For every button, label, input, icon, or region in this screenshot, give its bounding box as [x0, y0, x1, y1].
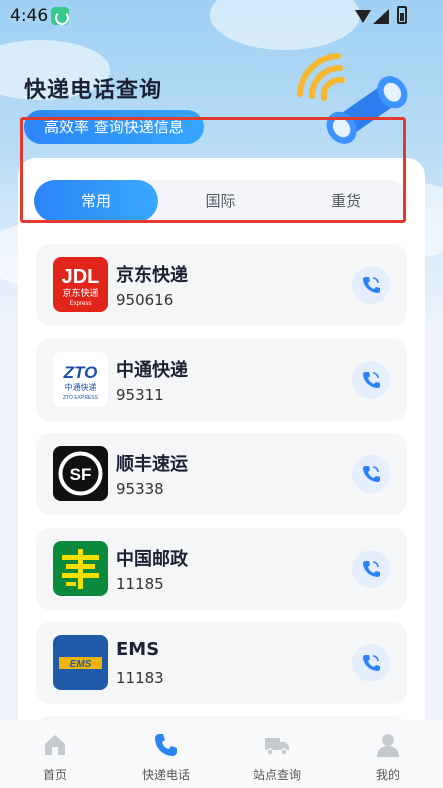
- carrier-item-sf[interactable]: SF 顺丰速运 95338: [36, 433, 407, 515]
- wifi-icon: [355, 10, 371, 23]
- phone-call-icon: [363, 372, 380, 388]
- carrier-list: JDL 京东快递 Express 京东快递 950616 ZTO 中通快递 ZT…: [36, 244, 407, 720]
- page-title: 快递电话查询: [24, 78, 163, 103]
- carrier-phone: 11185: [116, 575, 164, 593]
- jd-logo-icon: JDL 京东快递 Express: [53, 257, 108, 312]
- nav-label: 首页: [42, 768, 67, 782]
- carrier-phone: 95311: [116, 386, 164, 404]
- jd-logo-subtext: 京东快递: [62, 287, 98, 299]
- carrier-name: 京东快递: [116, 265, 188, 286]
- signal-icon: [373, 9, 389, 24]
- carrier-item-china-post[interactable]: 中国邮政 11185: [36, 528, 407, 610]
- carrier-item-jd[interactable]: JDL 京东快递 Express 京东快递 950616: [36, 244, 407, 326]
- carrier-name: 中国邮政: [116, 549, 188, 570]
- truck-icon: [265, 738, 289, 756]
- zto-logo-text: ZTO: [63, 363, 98, 382]
- carrier-name: 顺丰速运: [116, 454, 188, 475]
- home-icon: [45, 735, 65, 755]
- jd-logo-tag: Express: [70, 301, 92, 307]
- phone-call-icon: [363, 277, 380, 293]
- call-button[interactable]: [352, 266, 390, 304]
- phone-icon: [155, 734, 177, 756]
- zto-logo-tag: ZTO EXPRESS: [63, 395, 99, 401]
- china-post-logo-icon: [53, 541, 108, 596]
- battery-icon: [397, 6, 407, 24]
- nav-station-query[interactable]: 站点查询: [222, 720, 332, 788]
- zto-logo-subtext: 中通快递: [65, 382, 97, 392]
- ems-logo-icon: EMS: [53, 635, 108, 690]
- nav-label: 站点查询: [252, 768, 301, 782]
- bottom-navigation: 首页 快递电话 站点查询 我的: [0, 720, 443, 788]
- carrier-phone: 11183: [116, 669, 164, 687]
- nav-express-phone[interactable]: 快递电话: [111, 720, 221, 788]
- jd-logo-text: JDL: [62, 266, 100, 288]
- carrier-phone: 950616: [116, 291, 174, 309]
- carrier-item-zto[interactable]: ZTO 中通快递 ZTO EXPRESS 中通快递 95311: [36, 339, 407, 421]
- phone-call-icon: [363, 466, 380, 482]
- nav-label: 我的: [375, 768, 400, 782]
- call-button[interactable]: [352, 361, 390, 399]
- status-time: 4:46: [10, 6, 49, 26]
- phone-call-icon: [363, 561, 380, 577]
- nav-profile[interactable]: 我的: [333, 720, 443, 788]
- nav-home[interactable]: 首页: [0, 720, 110, 788]
- user-icon: [377, 734, 399, 757]
- app-notification-icon: [51, 7, 69, 25]
- highlight-annotation: [20, 117, 406, 223]
- carrier-item-ems[interactable]: EMS EMS 11183: [36, 622, 407, 704]
- phone-call-icon: [363, 655, 380, 671]
- ems-logo-text: EMS: [70, 659, 92, 670]
- zto-logo-icon: ZTO 中通快递 ZTO EXPRESS: [53, 352, 108, 407]
- call-button[interactable]: [352, 550, 390, 588]
- sf-logo-icon: SF: [53, 446, 108, 501]
- carrier-phone: 95338: [116, 480, 164, 498]
- status-bar: 4:46: [0, 0, 443, 32]
- nav-label: 快递电话: [141, 768, 190, 782]
- sf-logo-text: SF: [70, 465, 92, 484]
- call-button[interactable]: [352, 644, 390, 682]
- call-button[interactable]: [352, 455, 390, 493]
- carrier-name: EMS: [116, 639, 160, 660]
- carrier-name: 中通快递: [116, 360, 188, 381]
